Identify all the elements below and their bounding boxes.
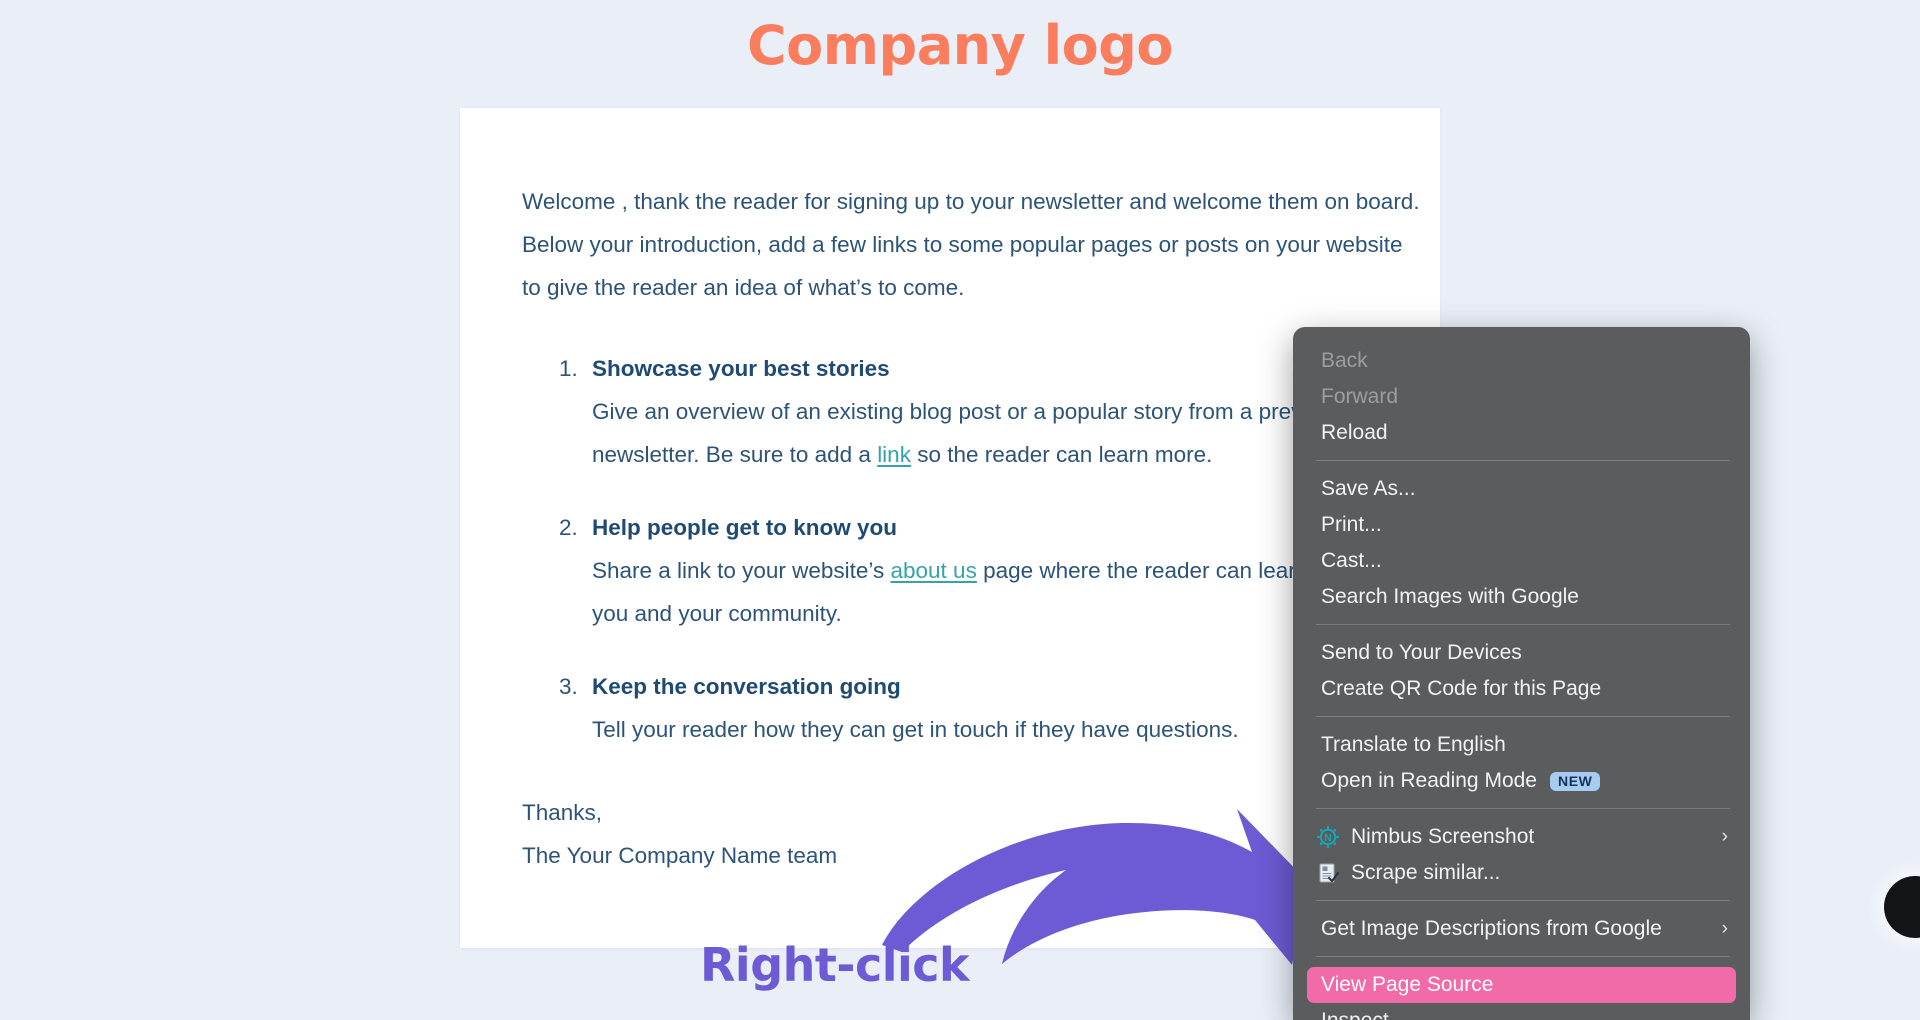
- context-menu-item-label: Forward: [1321, 385, 1399, 408]
- browser-context-menu[interactable]: Back Forward Reload Save As... Print... Cast.…: [1293, 327, 1750, 1020]
- context-menu-item[interactable]: Save As...: [1293, 471, 1750, 507]
- new-badge: NEW: [1549, 771, 1601, 791]
- context-menu-separator: [1316, 716, 1730, 717]
- context-menu-item-label: View Page Source: [1321, 973, 1494, 996]
- page-corner-dot: [1884, 876, 1920, 938]
- chevron-right-icon: ›: [1721, 918, 1728, 939]
- inline-link[interactable]: about us: [891, 558, 977, 583]
- context-menu-item-label: Search Images with Google: [1321, 585, 1579, 608]
- context-menu-item[interactable]: Cast...: [1293, 543, 1750, 579]
- scrape-document-icon: [1315, 861, 1341, 885]
- context-menu-separator: [1316, 956, 1730, 957]
- screen: Company logo Welcome , thank the reader …: [0, 0, 1920, 1020]
- step-title: Showcase your best stories: [592, 356, 890, 381]
- context-menu-item[interactable]: Print...: [1293, 507, 1750, 543]
- step-body-text: Tell your reader how they can get in tou…: [592, 717, 1239, 742]
- step-title: Help people get to know you: [592, 515, 898, 540]
- company-logo-heading: Company logo: [747, 14, 1173, 77]
- step-list-item: Keep the conversation going Tell your rea…: [584, 665, 1380, 751]
- context-menu-item-label: Save As...: [1321, 477, 1416, 500]
- step-body-text: Share a link to your website’s: [592, 558, 891, 583]
- context-menu-item[interactable]: Inspect: [1293, 1003, 1750, 1020]
- context-menu-item-label: Translate to English: [1321, 733, 1506, 756]
- step-title: Keep the conversation going: [592, 674, 901, 699]
- context-menu-item[interactable]: Search Images with Google: [1293, 579, 1750, 615]
- context-menu-separator: [1316, 460, 1730, 461]
- context-menu-item-label: Cast...: [1321, 549, 1382, 572]
- svg-text:N: N: [1324, 833, 1331, 844]
- context-menu-item[interactable]: Reload: [1293, 415, 1750, 451]
- context-menu-separator: [1316, 900, 1730, 901]
- context-menu-item-label: Send to Your Devices: [1321, 641, 1522, 664]
- inline-link[interactable]: link: [877, 442, 911, 467]
- step-body-text-after-link: so the reader can learn more.: [910, 442, 1213, 467]
- intro-paragraph: Welcome , thank the reader for signing u…: [522, 189, 1420, 300]
- context-menu-item[interactable]: View Page Source: [1307, 967, 1736, 1003]
- nimbus-screenshot-icon: N: [1315, 825, 1341, 849]
- context-menu-item[interactable]: Send to Your Devices: [1293, 635, 1750, 671]
- context-menu-item[interactable]: Open in Reading Mode NEW: [1293, 763, 1750, 799]
- context-menu-item-label: Open in Reading Mode: [1321, 769, 1537, 792]
- context-menu-item: Forward: [1293, 379, 1750, 415]
- context-menu-item[interactable]: Create QR Code for this Page: [1293, 671, 1750, 707]
- context-menu-separator: [1316, 624, 1730, 625]
- context-menu-item-label: Print...: [1321, 513, 1382, 536]
- context-menu-item-label: Create QR Code for this Page: [1321, 677, 1602, 700]
- step-list-item: Help people get to know you Share a link …: [584, 506, 1428, 635]
- context-menu-item-label: Scrape similar...: [1351, 861, 1501, 884]
- context-menu-item[interactable]: N Nimbus Screenshot ›: [1293, 819, 1750, 855]
- context-menu-item[interactable]: Translate to English: [1293, 727, 1750, 763]
- context-menu-item-label: Back: [1321, 349, 1368, 372]
- right-click-label: Right-click: [700, 938, 970, 992]
- step-list-item: Showcase your best storiesGive an overvi…: [584, 347, 1380, 476]
- chevron-right-icon: ›: [1721, 826, 1728, 847]
- context-menu-item: Back: [1293, 343, 1750, 379]
- context-menu-separator: [1316, 808, 1730, 809]
- context-menu-item-label: Inspect: [1321, 1003, 1389, 1020]
- context-menu-item-label: Nimbus Screenshot: [1351, 825, 1535, 848]
- context-menu-item[interactable]: Get Image Descriptions from Google ›: [1293, 911, 1750, 947]
- steps-list: Showcase your best storiesGive an overvi…: [584, 347, 1428, 751]
- context-menu-item-label: Get Image Descriptions from Google: [1321, 917, 1662, 940]
- context-menu-item[interactable]: Scrape similar...: [1293, 855, 1750, 891]
- context-menu-item-label: Reload: [1321, 421, 1388, 444]
